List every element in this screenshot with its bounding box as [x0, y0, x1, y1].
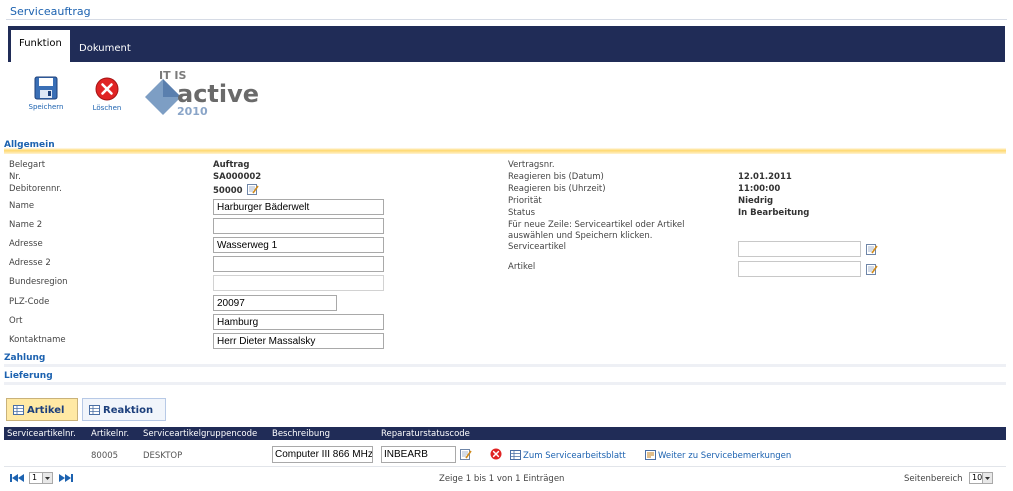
link-servicearbeitsblatt-label: Zum Servicearbeitsblatt — [523, 451, 626, 461]
pager-summary: Zeige 1 bis 1 von 1 Einträgen — [439, 474, 565, 484]
col-reparaturstatus[interactable]: Reparaturstatuscode — [381, 429, 470, 439]
value-status: In Bearbeitung — [738, 208, 810, 218]
item-field[interactable] — [738, 261, 861, 277]
label-adresse2: Adresse 2 — [9, 258, 51, 268]
repair-status-input[interactable]: INBEARB — [381, 446, 456, 463]
delete-icon — [95, 77, 119, 101]
label-name: Name — [9, 201, 35, 211]
page-select[interactable]: 1 — [29, 472, 53, 484]
label-vertrag: Vertragsnr. — [508, 160, 555, 170]
label-kontakt: Kontaktname — [9, 335, 66, 345]
repair-status-lookup-icon[interactable] — [460, 448, 472, 460]
label-reagieren-zeit: Reagieren bis (Uhrzeit) — [508, 184, 606, 194]
label-bundesregion: Bundesregion — [9, 277, 68, 287]
table-icon — [89, 405, 100, 415]
name2-field[interactable] — [213, 218, 384, 234]
cell-gruppencode: DESKTOP — [143, 451, 183, 461]
floppy-disk-icon — [34, 76, 58, 100]
table-icon — [13, 405, 24, 415]
page-title: Serviceauftrag — [10, 5, 91, 18]
comment-icon — [645, 450, 656, 460]
service-item-lookup-icon[interactable] — [866, 243, 878, 255]
label-reagieren-datum: Reagieren bis (Datum) — [508, 172, 604, 182]
section-general[interactable]: Allgemein — [4, 140, 1006, 154]
link-servicebemerkungen[interactable]: Weiter zu Servicebemerkungen — [645, 450, 791, 461]
section-payment[interactable]: Zahlung — [4, 353, 1006, 367]
logo-line2: active — [177, 80, 258, 108]
subtab-reaktion-label: Reaktion — [103, 405, 154, 416]
main-tabbar: Funktion Dokument — [8, 26, 1005, 62]
label-prioritaet: Priorität — [508, 196, 542, 206]
debitor-lookup-icon[interactable] — [247, 183, 259, 195]
col-artikelnr[interactable]: Artikelnr. — [91, 429, 129, 439]
contact-field[interactable]: Herr Dieter Massalsky — [213, 333, 384, 349]
label-status: Status — [508, 208, 536, 218]
value-debitor: 50000 — [213, 186, 243, 196]
address2-field[interactable] — [213, 256, 384, 272]
description-input[interactable]: Computer III 866 MHz — [272, 446, 373, 463]
chevron-down-icon — [42, 473, 52, 483]
label-name2: Name 2 — [9, 220, 43, 230]
label-adresse: Adresse — [9, 239, 43, 249]
tab-funktion[interactable]: Funktion — [11, 30, 70, 62]
value-belegart: Auftrag — [213, 160, 250, 170]
it-is-active-logo: IT IS active 2010 — [145, 69, 258, 118]
subtab-artikel-label: Artikel — [27, 405, 65, 416]
col-gruppencode[interactable]: Serviceartikelgruppencode — [143, 429, 257, 439]
label-debitor: Debitorennr. — [9, 184, 62, 194]
logo-line3: 2010 — [177, 105, 208, 118]
save-label: Speichern — [28, 103, 64, 111]
value-reagieren-datum: 12.01.2011 — [738, 172, 792, 182]
address-field[interactable]: Wasserweg 1 — [213, 237, 384, 253]
subtab-artikel[interactable]: Artikel — [6, 398, 78, 421]
hint-text-line2: auswählen und Speichern klicken. — [508, 231, 653, 241]
grid-header: Serviceartikelnr. Artikelnr. Servicearti… — [4, 427, 1006, 440]
last-page-icon[interactable] — [56, 472, 74, 484]
label-plz: PLZ-Code — [9, 297, 50, 307]
link-servicebemerkungen-label: Weiter zu Servicebemerkungen — [658, 451, 792, 461]
subtab-reaktion[interactable]: Reaktion — [82, 398, 166, 421]
hint-text-line1: Für neue Zeile: Serviceartikel oder Arti… — [508, 220, 685, 230]
delete-label: Löschen — [92, 104, 122, 112]
value-prioritaet: Niedrig — [738, 196, 774, 206]
label-ort: Ort — [9, 316, 23, 326]
item-lookup-icon[interactable] — [866, 263, 878, 275]
label-artikel: Artikel — [508, 262, 536, 272]
label-nr: Nr. — [9, 172, 21, 182]
service-item-field[interactable] — [738, 241, 861, 257]
zip-field[interactable]: 20097 — [213, 295, 337, 311]
chevron-down-icon — [982, 473, 992, 483]
delete-row-icon[interactable] — [490, 448, 502, 460]
cell-artikelnr: 80005 — [91, 451, 119, 461]
label-belegart: Belegart — [9, 160, 46, 170]
delete-button[interactable]: Löschen — [88, 77, 126, 112]
section-delivery[interactable]: Lieferung — [4, 371, 1006, 385]
city-field[interactable]: Hamburg — [213, 314, 384, 330]
col-serviceartikelnr[interactable]: Serviceartikelnr. — [7, 429, 76, 439]
link-servicearbeitsblatt[interactable]: Zum Servicearbeitsblatt — [510, 450, 626, 461]
value-reagieren-zeit: 11:00:00 — [738, 184, 781, 194]
worksheet-icon — [510, 450, 521, 460]
name-field[interactable]: Harburger Bäderwelt — [213, 199, 384, 215]
label-serviceartikel: Serviceartikel — [508, 242, 567, 252]
page-range-select[interactable]: 10 — [969, 472, 993, 484]
col-beschreibung[interactable]: Beschreibung — [272, 429, 330, 439]
first-page-icon[interactable] — [9, 472, 27, 484]
tab-dokument[interactable]: Dokument — [73, 36, 137, 62]
title-divider — [6, 19, 1007, 20]
save-button[interactable]: Speichern — [26, 76, 66, 111]
page-range-label: Seitenbereich — [904, 474, 963, 484]
pager-divider — [4, 466, 1006, 467]
page-range-value: 10 — [972, 473, 983, 482]
page-select-value: 1 — [32, 473, 38, 482]
region-field[interactable] — [213, 275, 384, 291]
value-nr: SA000002 — [213, 172, 262, 182]
